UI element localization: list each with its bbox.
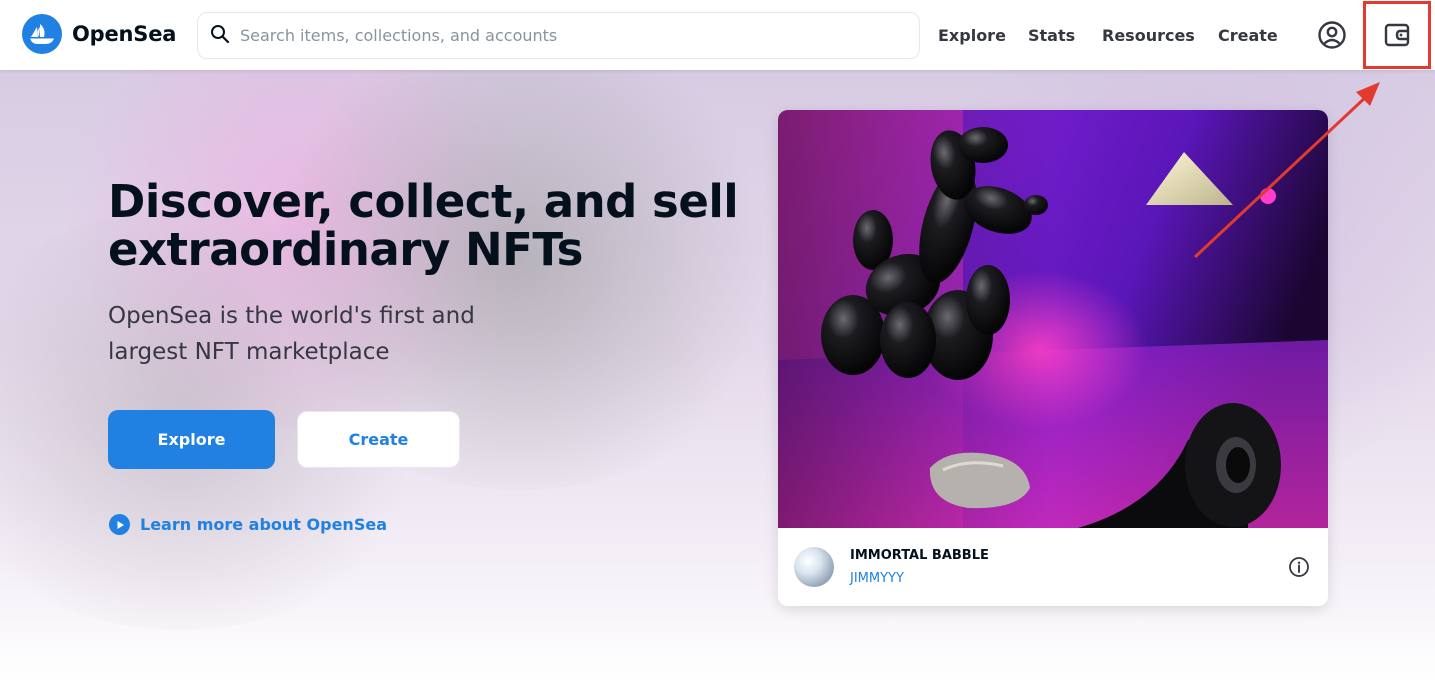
nft-name: IMMORTAL BABBLE	[850, 548, 989, 563]
search-input[interactable]	[240, 26, 880, 45]
featured-nft-card[interactable]: IMMORTAL BABBLE JIMMYYY	[778, 110, 1328, 606]
create-button[interactable]: Create	[297, 411, 460, 468]
nft-card-footer: IMMORTAL BABBLE JIMMYYY	[778, 528, 1328, 606]
learn-more-link[interactable]: Learn more about OpenSea	[109, 514, 387, 535]
nav-create[interactable]: Create	[1218, 0, 1278, 70]
learn-more-label: Learn more about OpenSea	[140, 515, 387, 534]
nft-artwork-image	[778, 110, 1328, 528]
brand-name: OpenSea	[72, 22, 177, 46]
info-icon[interactable]	[1288, 556, 1310, 582]
explore-button[interactable]: Explore	[108, 410, 275, 469]
hero-section: Discover, collect, and sell extraordinar…	[0, 70, 1435, 684]
top-navbar: OpenSea Explore Stats Resources Create	[0, 0, 1435, 70]
opensea-boat-icon	[22, 14, 62, 54]
opensea-logo[interactable]: OpenSea	[22, 14, 176, 54]
account-circle-icon[interactable]	[1315, 18, 1349, 52]
search-bar[interactable]	[197, 12, 920, 59]
hero-subtitle: OpenSea is the world's first and largest…	[108, 303, 475, 365]
nav-resources[interactable]: Resources	[1102, 0, 1195, 70]
nav-stats[interactable]: Stats	[1028, 0, 1075, 70]
wallet-highlight-box	[1363, 1, 1431, 69]
nav-explore[interactable]: Explore	[938, 0, 1006, 70]
avatar[interactable]	[794, 547, 834, 587]
hero-title: Discover, collect, and sell extraordinar…	[108, 175, 739, 276]
play-icon	[109, 514, 130, 535]
search-icon	[210, 24, 230, 48]
creator-link[interactable]: JIMMYYY	[850, 571, 904, 586]
